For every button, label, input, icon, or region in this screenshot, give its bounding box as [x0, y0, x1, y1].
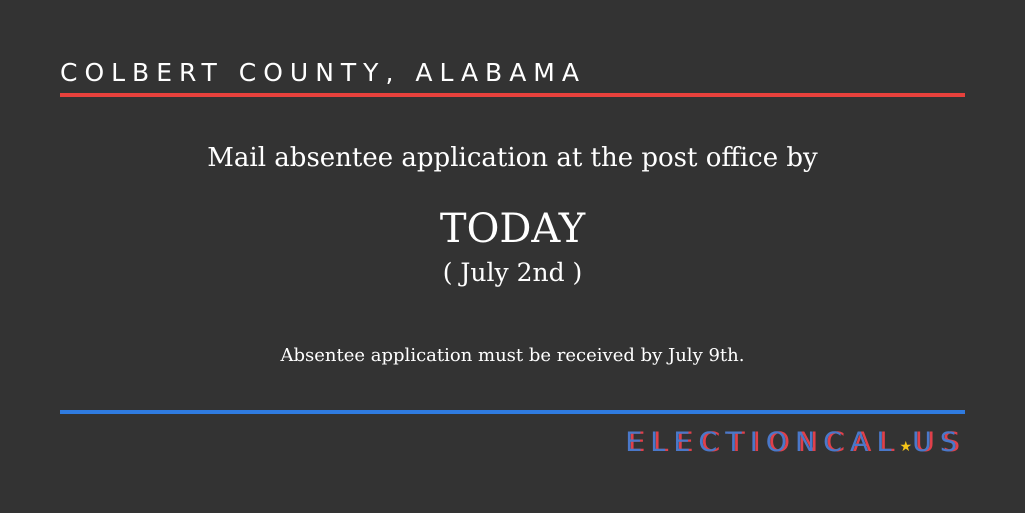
logo-tld: US	[912, 427, 965, 458]
deadline-date: ( July 2nd )	[442, 258, 583, 287]
electioncal-logo: ELECTIONCAL ELECTIONCAL★ US US	[625, 427, 965, 458]
deadline-text: TODAY	[439, 206, 586, 252]
county-title: COLBERT COUNTY, ALABAMA	[60, 58, 586, 87]
lead-text: Mail absentee application at the post of…	[207, 143, 818, 173]
blue-divider	[60, 410, 965, 414]
logo-name: ELECTIONCAL	[625, 427, 900, 458]
red-divider	[60, 93, 965, 97]
received-note: Absentee application must be received by…	[280, 345, 745, 366]
